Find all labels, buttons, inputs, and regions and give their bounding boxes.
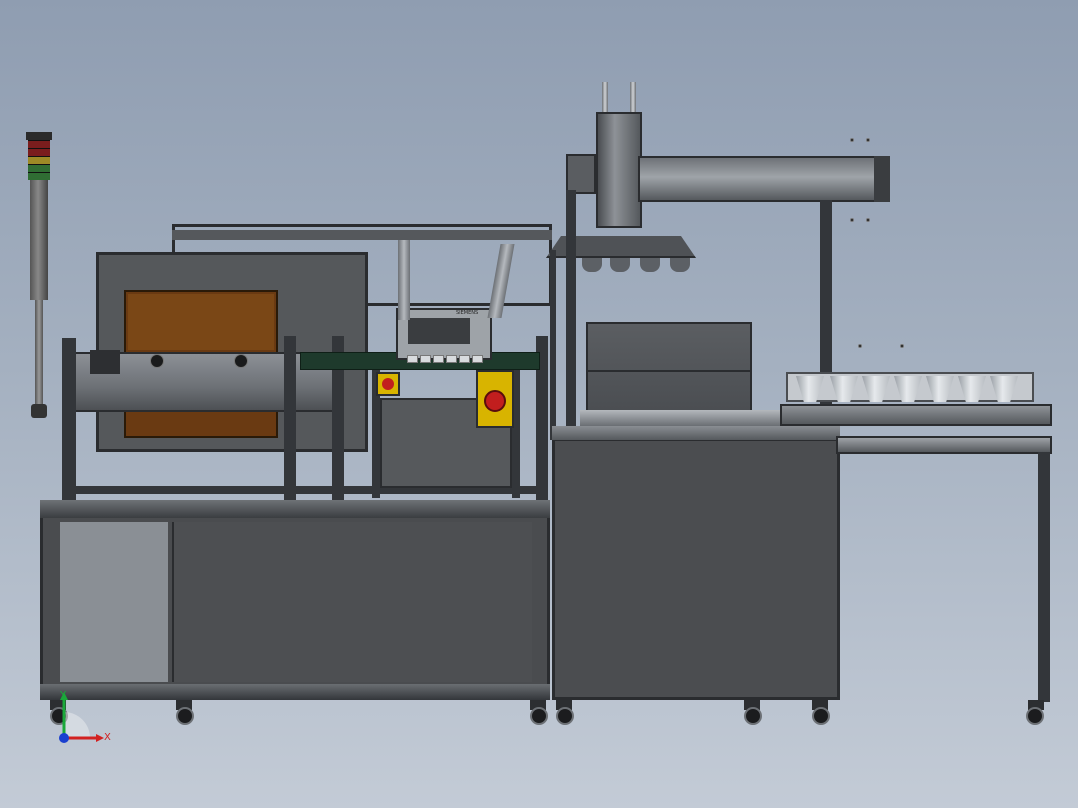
caster-wheel [812, 707, 830, 725]
hmi-brand-label: SIEMENS [456, 310, 479, 316]
dosing-unit [586, 322, 752, 412]
sensor-mark [850, 138, 854, 142]
left-post-1 [62, 338, 76, 500]
caster-wheel [530, 707, 548, 725]
dosing-unit-seam [588, 370, 750, 372]
hmi-key[interactable] [446, 355, 457, 363]
tower-base [31, 404, 47, 418]
gantry-side-bracket [566, 154, 596, 194]
table-top-rail [40, 500, 550, 518]
filler-cabinet-top [552, 426, 840, 440]
axis-y-label: Y [60, 690, 67, 701]
gantry-arm-end [874, 156, 890, 202]
vacuum-gripper [670, 258, 690, 272]
caster-wheel [744, 707, 762, 725]
outfeed-table-top [836, 436, 1052, 454]
tower-yellow-light [28, 156, 50, 164]
rod-left [602, 82, 608, 114]
emergency-stop-button[interactable] [382, 378, 394, 390]
hmi-screen [408, 318, 470, 344]
tower-red-light-2 [28, 148, 50, 156]
axis-x-label: X [104, 732, 111, 743]
signal-tower [26, 132, 52, 422]
emergency-stop-box[interactable] [376, 372, 400, 396]
filler-post-left-2 [550, 250, 556, 440]
hmi-key[interactable] [407, 355, 418, 363]
tower-green-light [28, 164, 50, 172]
conveyor-roller-left [150, 354, 164, 368]
sensor-mark [858, 344, 862, 348]
vacuum-gripper [582, 258, 602, 272]
hmi-key[interactable] [472, 355, 483, 363]
hmi-key[interactable] [420, 355, 431, 363]
rear-guard-top-rail [172, 230, 552, 240]
tower-green-light-2 [28, 172, 50, 180]
gantry-column [596, 112, 642, 228]
outfeed-leg [1038, 452, 1050, 702]
conveyor-roller-right [234, 354, 248, 368]
sensor-mark [866, 138, 870, 142]
main-isolator-switch[interactable] [476, 370, 514, 428]
sensor-mark [866, 218, 870, 222]
gantry-arm [638, 156, 890, 202]
tower-cap [26, 132, 52, 140]
caster-wheel [1026, 707, 1044, 725]
isolator-knob[interactable] [484, 390, 506, 412]
hmi-key[interactable] [459, 355, 470, 363]
rod-right [630, 82, 636, 114]
filler-cabinet [552, 438, 840, 700]
table-right-panel [172, 522, 532, 682]
vertical-duct [398, 240, 410, 320]
outfeed-conveyor-rail [780, 404, 1052, 426]
filler-post-left [566, 190, 576, 430]
caster-wheel [556, 707, 574, 725]
vacuum-gripper [610, 258, 630, 272]
table-left-window [60, 522, 168, 682]
sensor-mark [900, 344, 904, 348]
hmi-key[interactable] [433, 355, 444, 363]
axis-triad: Y X [50, 690, 120, 752]
hmi-panel: SIEMENS [396, 308, 492, 363]
hmi-keypad[interactable] [406, 348, 486, 363]
tower-body [30, 180, 48, 300]
conveyor-head-block [90, 350, 120, 374]
vacuum-gripper [640, 258, 660, 272]
sensor-mark [850, 218, 854, 222]
caster-wheel [176, 707, 194, 725]
tower-pole [35, 300, 43, 408]
left-post-2 [284, 336, 296, 500]
tower-red-light [28, 140, 50, 148]
carton-panel-inner [128, 294, 274, 350]
gantry-vertical-rods [600, 82, 640, 114]
